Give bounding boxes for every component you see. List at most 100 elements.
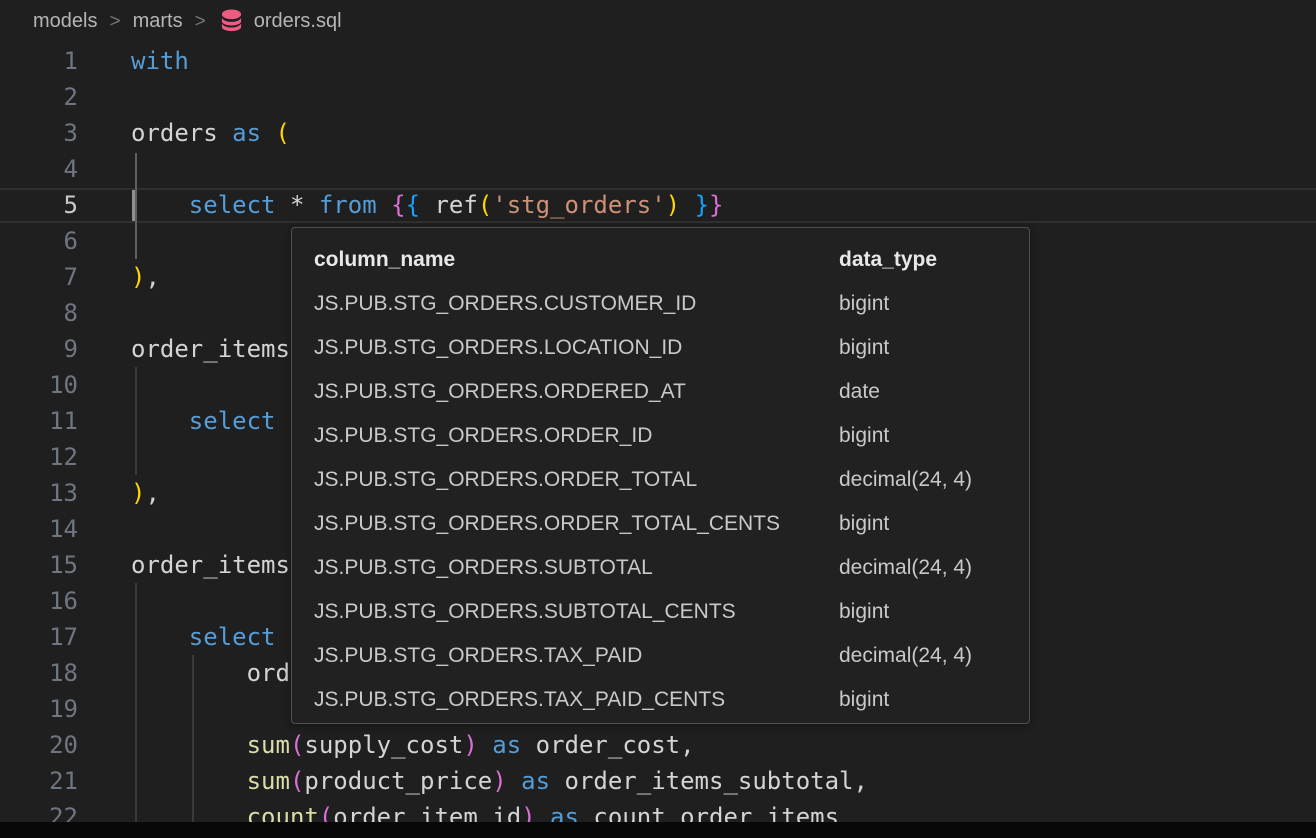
code-token: product_price xyxy=(304,767,492,795)
popup-cell-data-type: bigint xyxy=(839,292,1007,316)
code-line-text: select xyxy=(78,403,276,439)
code-token: order_cost, xyxy=(521,731,694,759)
popup-header-data-type: data_type xyxy=(839,248,1007,272)
breadcrumb-item-models[interactable]: models xyxy=(33,10,97,33)
code-line-text xyxy=(78,439,131,475)
code-token xyxy=(276,191,290,219)
code-line-text xyxy=(78,511,131,547)
code-line-text: select * from {{ ref('stg_orders') }} xyxy=(78,187,723,223)
line-number[interactable]: 10 xyxy=(0,367,78,403)
line-number[interactable]: 11 xyxy=(0,403,78,439)
code-token: ) xyxy=(521,803,535,822)
line-number[interactable]: 1 xyxy=(0,43,78,79)
line-number[interactable]: 16 xyxy=(0,583,78,619)
code-line[interactable]: 1with xyxy=(0,43,1316,79)
code-token: sum xyxy=(247,731,290,759)
code-token: select xyxy=(189,191,276,219)
line-number[interactable]: 19 xyxy=(0,691,78,727)
code-token: ref xyxy=(434,191,477,219)
code-token: ( xyxy=(290,731,304,759)
code-line-text xyxy=(78,583,131,619)
line-number[interactable]: 9 xyxy=(0,331,78,367)
code-token: order_item_id xyxy=(333,803,521,822)
line-number[interactable]: 21 xyxy=(0,763,78,799)
popup-row: JS.PUB.STG_ORDERS.TAX_PAIDdecimal(24, 4) xyxy=(314,634,1007,678)
code-line-text: sum(supply_cost) as order_cost, xyxy=(78,727,695,763)
line-number[interactable]: 2 xyxy=(0,79,78,115)
line-number[interactable]: 17 xyxy=(0,619,78,655)
code-line-text: ), xyxy=(78,475,160,511)
line-number[interactable]: 14 xyxy=(0,511,78,547)
popup-cell-column-name: JS.PUB.STG_ORDERS.TAX_PAID_CENTS xyxy=(314,688,839,712)
code-token: 'stg_orders' xyxy=(492,191,665,219)
code-token: order_items xyxy=(131,335,290,363)
code-token xyxy=(536,803,550,822)
code-token xyxy=(377,191,391,219)
code-token: as xyxy=(492,731,521,759)
line-number[interactable]: 3 xyxy=(0,115,78,151)
popup-row: JS.PUB.STG_ORDERS.CUSTOMER_IDbigint xyxy=(314,282,1007,326)
line-number[interactable]: 18 xyxy=(0,655,78,691)
popup-row: JS.PUB.STG_ORDERS.SUBTOTAL_CENTSbigint xyxy=(314,590,1007,634)
code-token: count_order_items xyxy=(579,803,839,822)
popup-cell-data-type: bigint xyxy=(839,424,1007,448)
chevron-right-icon: > xyxy=(109,11,120,33)
popup-cell-column-name: JS.PUB.STG_ORDERS.ORDER_TOTAL xyxy=(314,468,839,492)
breadcrumb-item-marts[interactable]: marts xyxy=(133,10,183,33)
popup-cell-data-type: bigint xyxy=(839,600,1007,624)
code-line[interactable]: 21 sum(product_price) as order_items_sub… xyxy=(0,763,1316,799)
code-token: sum xyxy=(247,767,290,795)
code-line[interactable]: 4 xyxy=(0,151,1316,187)
code-line-text xyxy=(78,691,131,727)
code-line[interactable]: 5 select * from {{ ref('stg_orders') }} xyxy=(0,187,1316,223)
code-line-text xyxy=(78,295,131,331)
line-number[interactable]: 6 xyxy=(0,223,78,259)
database-icon xyxy=(218,9,245,34)
code-token: select xyxy=(189,407,276,435)
code-token xyxy=(131,407,189,435)
code-token: ( xyxy=(276,119,290,147)
code-token: ) xyxy=(492,767,506,795)
code-token xyxy=(507,767,521,795)
code-token: ) xyxy=(131,263,145,291)
code-line[interactable]: 22 count(order_item_id) as count_order_i… xyxy=(0,799,1316,822)
line-number[interactable]: 13 xyxy=(0,475,78,511)
code-token: ( xyxy=(290,767,304,795)
popup-cell-column-name: JS.PUB.STG_ORDERS.ORDERED_AT xyxy=(314,380,839,404)
code-token: orders xyxy=(131,119,232,147)
code-token xyxy=(131,803,247,822)
popup-row: JS.PUB.STG_ORDERS.SUBTOTALdecimal(24, 4) xyxy=(314,546,1007,590)
line-number[interactable]: 12 xyxy=(0,439,78,475)
code-token: { xyxy=(406,191,420,219)
code-line-text xyxy=(78,223,131,259)
code-line-text xyxy=(78,79,131,115)
line-number[interactable]: 7 xyxy=(0,259,78,295)
breadcrumb: models > marts > orders.sql xyxy=(0,0,1316,43)
chevron-right-icon: > xyxy=(195,11,206,33)
code-token: as xyxy=(521,767,550,795)
code-token: { xyxy=(391,191,405,219)
code-line[interactable]: 3orders as ( xyxy=(0,115,1316,151)
line-number[interactable]: 22 xyxy=(0,799,78,822)
code-token xyxy=(478,731,492,759)
code-line-text xyxy=(78,151,131,187)
code-token xyxy=(680,191,694,219)
line-number[interactable]: 8 xyxy=(0,295,78,331)
popup-cell-column-name: JS.PUB.STG_ORDERS.SUBTOTAL xyxy=(314,556,839,580)
breadcrumb-item-file[interactable]: orders.sql xyxy=(218,9,342,34)
code-line[interactable]: 20 sum(supply_cost) as order_cost, xyxy=(0,727,1316,763)
line-number[interactable]: 15 xyxy=(0,547,78,583)
code-line-text: order_items xyxy=(78,547,290,583)
popup-cell-data-type: decimal(24, 4) xyxy=(839,644,1007,668)
line-number[interactable]: 4 xyxy=(0,151,78,187)
code-token: ) xyxy=(463,731,477,759)
popup-cell-column-name: JS.PUB.STG_ORDERS.CUSTOMER_ID xyxy=(314,292,839,316)
line-number[interactable]: 5 xyxy=(0,187,78,223)
code-token: * xyxy=(290,191,304,219)
code-token: as xyxy=(550,803,579,822)
code-line-text: ord xyxy=(78,655,290,691)
line-number[interactable]: 20 xyxy=(0,727,78,763)
code-line[interactable]: 2 xyxy=(0,79,1316,115)
popup-cell-column-name: JS.PUB.STG_ORDERS.ORDER_ID xyxy=(314,424,839,448)
code-token: count xyxy=(247,803,319,822)
